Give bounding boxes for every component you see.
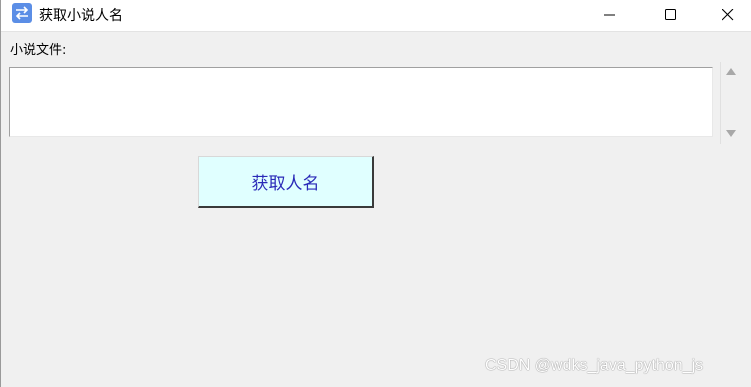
- window-title: 获取小说人名: [39, 8, 123, 24]
- swap-arrows-icon: [12, 3, 32, 23]
- extract-names-button[interactable]: 获取人名: [198, 156, 374, 208]
- minimize-icon: [604, 14, 615, 16]
- file-field-label: 小说文件:: [10, 43, 67, 58]
- minimize-button[interactable]: [587, 0, 633, 30]
- scroll-up-arrow-icon[interactable]: [726, 68, 736, 75]
- close-icon: [722, 9, 734, 21]
- extract-names-button-label: 获取人名: [251, 174, 320, 194]
- close-button[interactable]: [705, 0, 751, 30]
- textarea-scrollbar[interactable]: [720, 62, 741, 144]
- maximize-icon: [665, 9, 676, 20]
- file-textarea[interactable]: [9, 67, 713, 137]
- maximize-button[interactable]: [648, 0, 694, 30]
- scroll-down-arrow-icon[interactable]: [726, 130, 736, 137]
- app-window: 获取小说人名 小说文件: 获取人名 CSDN @wdks_java_python…: [0, 0, 751, 387]
- title-bar[interactable]: 获取小说人名: [1, 0, 751, 32]
- watermark-text: CSDN @wdks_java_python_js: [485, 357, 704, 374]
